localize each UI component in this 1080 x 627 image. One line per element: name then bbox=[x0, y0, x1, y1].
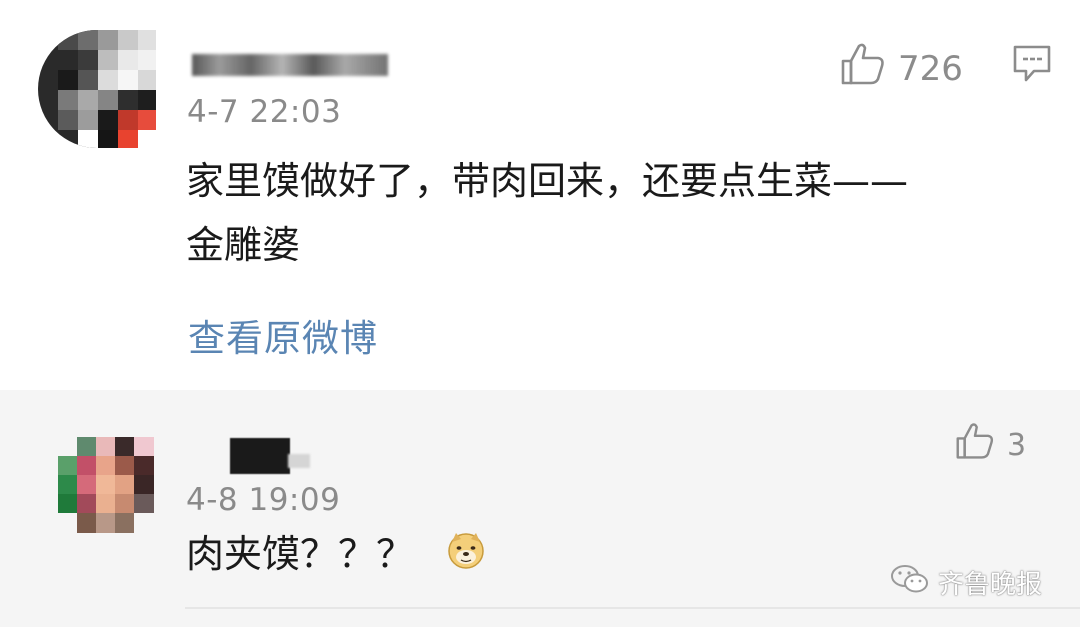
avatar[interactable] bbox=[38, 30, 156, 148]
like-count: 726 bbox=[898, 48, 963, 89]
wechat-icon bbox=[890, 563, 930, 602]
reply-timestamp: 4-8 19:09 bbox=[186, 482, 341, 518]
thumbs-up-icon bbox=[840, 42, 886, 95]
thumbs-up-icon bbox=[955, 422, 995, 468]
reply-username-redacted[interactable] bbox=[230, 438, 290, 474]
watermark: 齐鲁晚报 bbox=[890, 563, 1042, 602]
comment-text: 家里馍做好了，带肉回来，还要点生菜—— 金雕婆 bbox=[186, 149, 908, 277]
view-original-link[interactable]: 查看原微博 bbox=[188, 308, 378, 362]
comment-text-line-1: 家里馍做好了，带肉回来，还要点生菜—— bbox=[186, 159, 909, 203]
like-button[interactable]: 726 bbox=[840, 42, 963, 95]
username-redacted[interactable] bbox=[192, 54, 388, 76]
reply-avatar[interactable] bbox=[58, 437, 154, 533]
watermark-text: 齐鲁晚报 bbox=[938, 570, 1043, 600]
comment-timestamp: 4-7 22:03 bbox=[187, 94, 342, 130]
bottom-divider bbox=[185, 607, 1080, 609]
comment-text-line-2: 金雕婆 bbox=[186, 223, 301, 267]
reply-username-redacted-fade bbox=[288, 454, 310, 468]
doge-emoji-icon bbox=[446, 525, 486, 589]
reply-like-button[interactable]: 3 bbox=[955, 422, 1026, 468]
reply-icon[interactable] bbox=[1012, 44, 1052, 88]
main-comment: 4-7 22:03 家里馍做好了，带肉回来，还要点生菜—— 金雕婆 查看原微博 … bbox=[0, 0, 1080, 390]
reply-like-count: 3 bbox=[1007, 427, 1027, 463]
reply-text: 肉夹馍？？？ bbox=[186, 532, 415, 576]
reply-text-row: 肉夹馍？？？ bbox=[186, 522, 486, 589]
